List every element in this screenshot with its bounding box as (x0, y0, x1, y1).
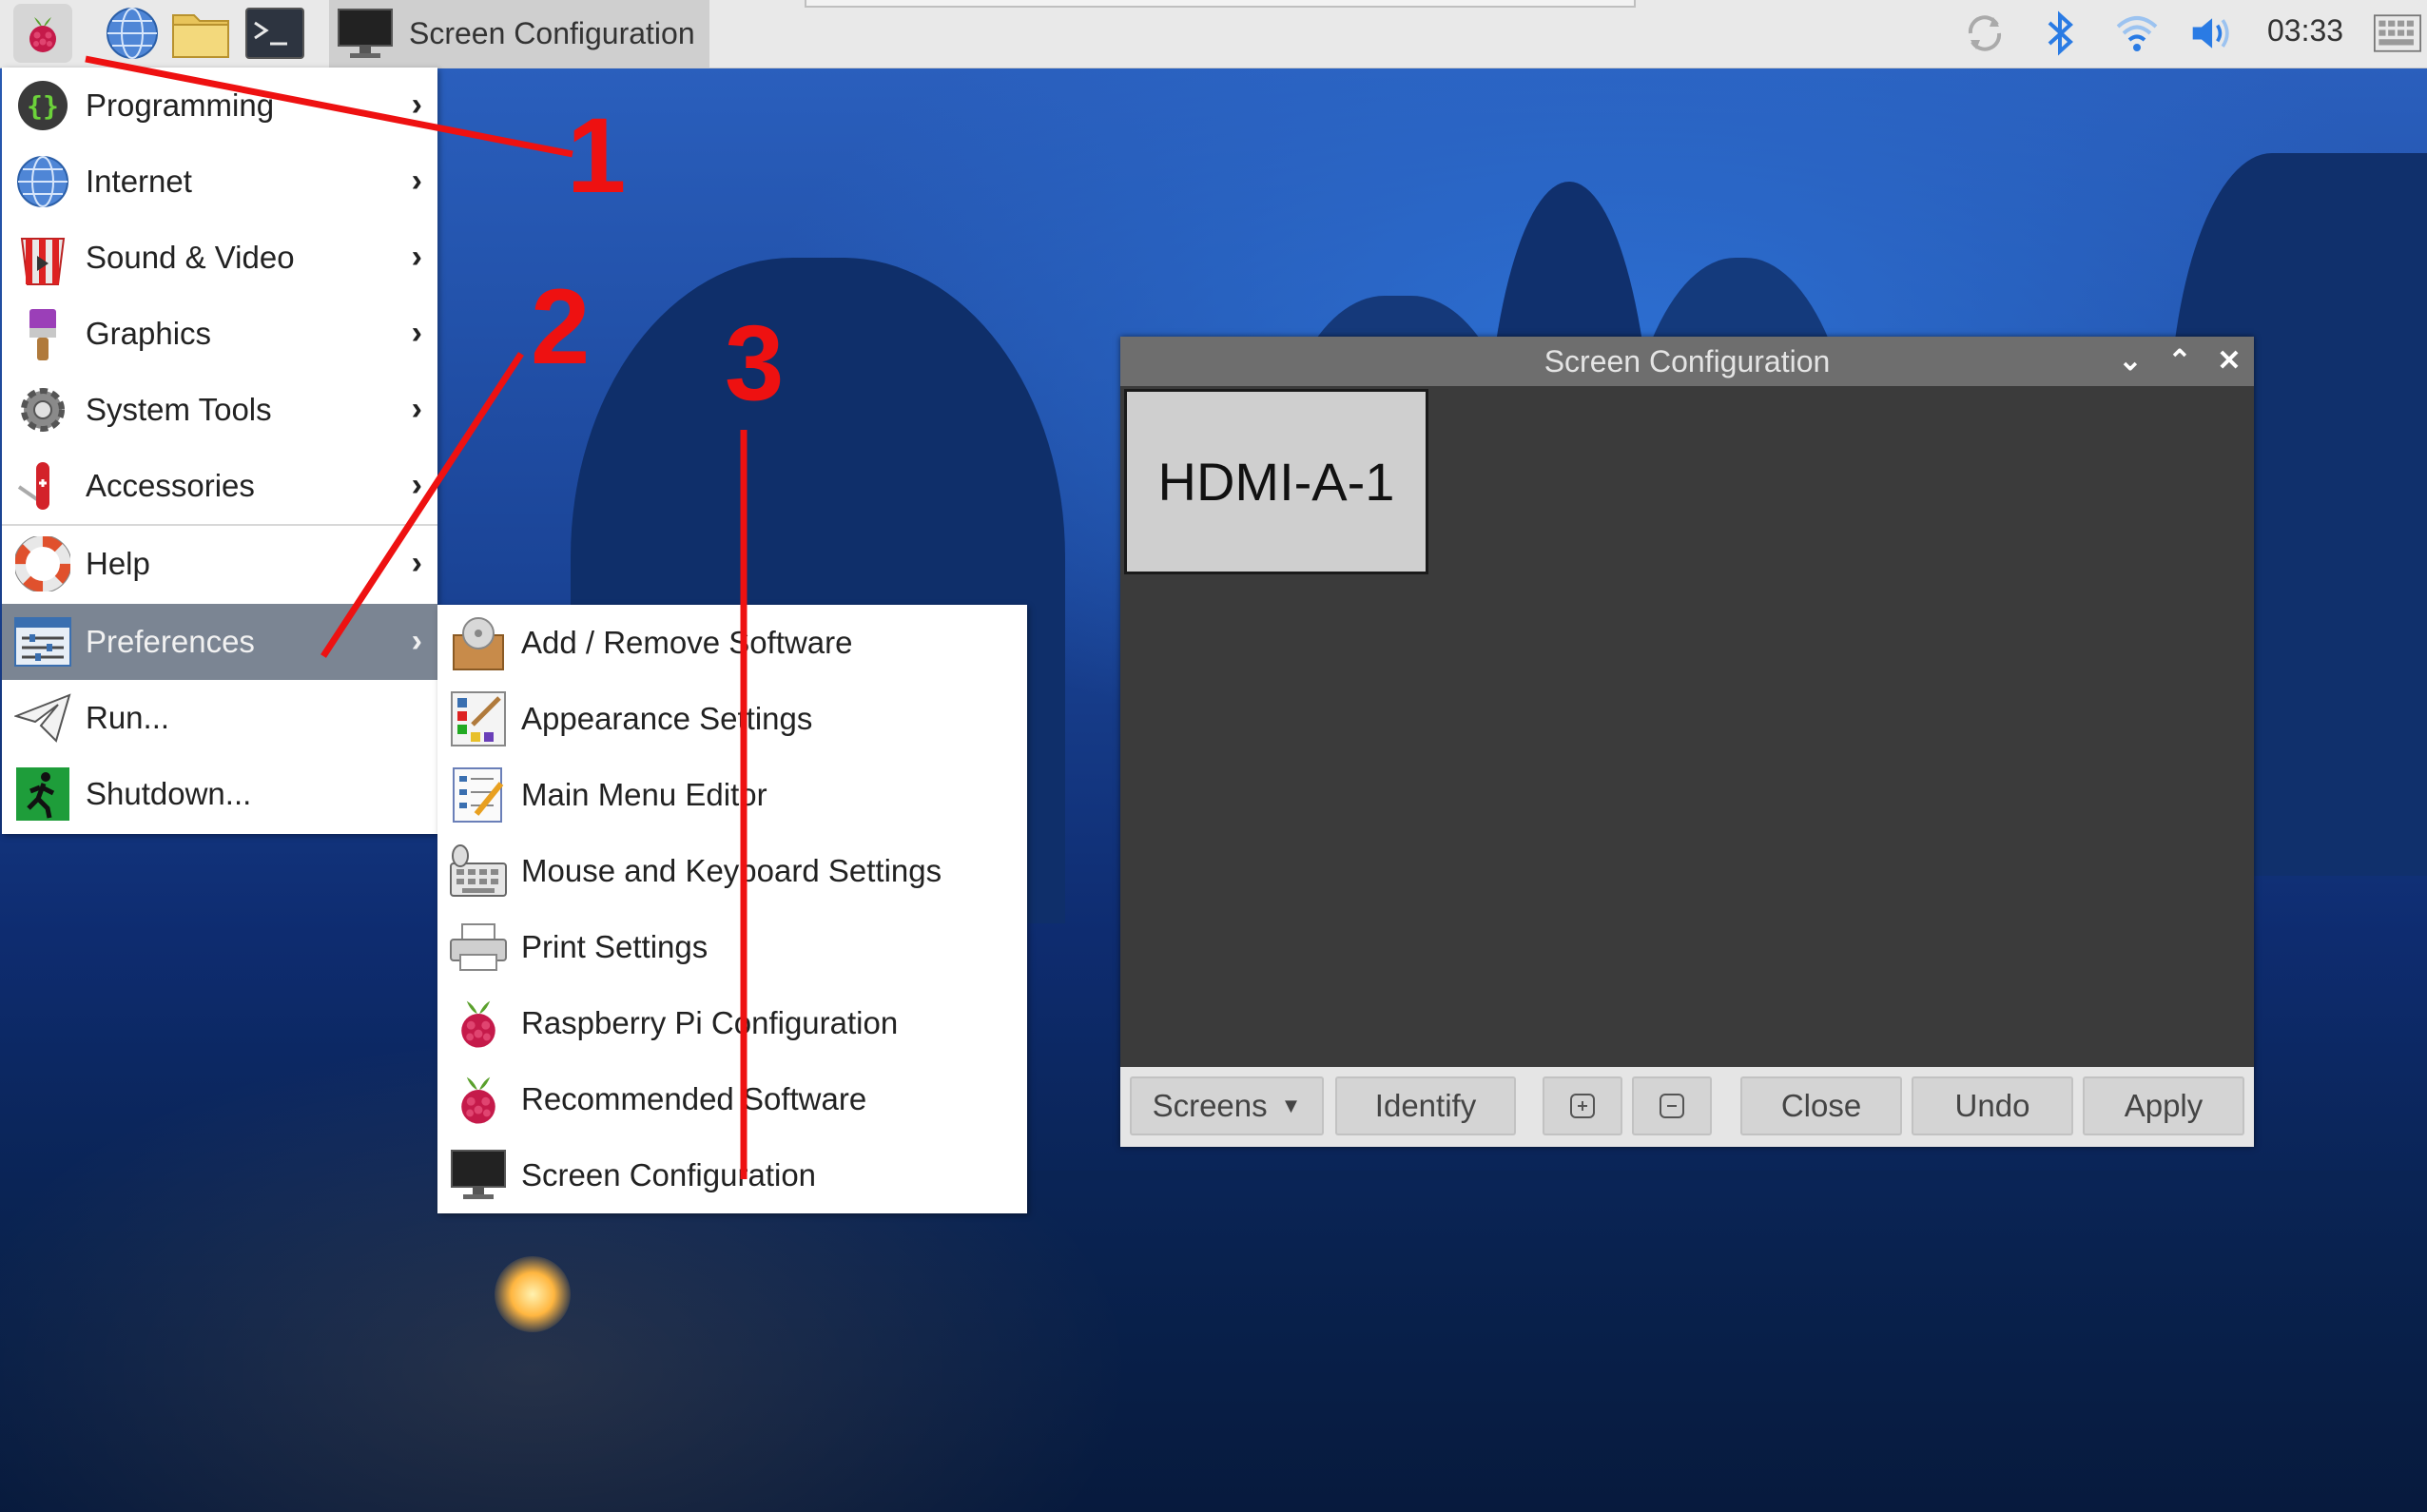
menu-item-graphics[interactable]: Graphics › (2, 296, 437, 372)
menu-item-help[interactable]: Help › (2, 526, 437, 602)
accessories-icon (17, 462, 49, 510)
task-button-label: Screen Configuration (409, 16, 695, 50)
raspberry-menu-icon (29, 17, 56, 52)
graphics-icon (29, 309, 56, 360)
screen-configuration-dialog: Screen Configuration ⌄ ⌃ ✕ HDMI-A-1 Scre… (1120, 337, 2254, 1147)
programming-icon: {} (18, 81, 68, 130)
sync-tray[interactable] (1961, 10, 2009, 57)
submenu-item-mouse-keyboard-settings[interactable]: Mouse and Keyboard Settings (437, 833, 1027, 909)
taskbar: Screen Configuration 03:33 (0, 0, 2427, 68)
clock[interactable]: 03:33 (2267, 13, 2343, 48)
monitor-tile-hdmi-a-1[interactable]: HDMI-A-1 (1124, 389, 1428, 574)
system-tools-icon (21, 388, 65, 432)
menu-item-accessories[interactable]: Accessories › (2, 448, 437, 524)
keyboard-icon (2374, 14, 2421, 52)
menu-item-programming[interactable]: {} Programming › (2, 68, 437, 144)
chevron-right-icon: › (411, 315, 422, 351)
chevron-down-icon: ⌄ (2118, 345, 2143, 377)
submenu-item-print-settings[interactable]: Print Settings (437, 909, 1027, 985)
chevron-right-icon: › (411, 545, 422, 581)
raspberry-menu-button[interactable] (13, 4, 72, 63)
screens-dropdown-button[interactable]: Screens ▼ (1130, 1076, 1324, 1135)
preferences-icon (14, 617, 71, 667)
appearance-settings-icon (451, 691, 506, 746)
raspberry-icon (461, 1076, 495, 1124)
apply-button[interactable]: Apply (2083, 1076, 2244, 1135)
mouse-keyboard-icon (450, 844, 507, 897)
maximize-button[interactable]: ⌃ (2161, 342, 2199, 380)
zoom-in-icon (1570, 1094, 1595, 1118)
file-manager-button[interactable] (171, 4, 230, 63)
chevron-right-icon: › (411, 163, 422, 199)
submenu-item-raspberry-pi-configuration[interactable]: Raspberry Pi Configuration (437, 985, 1027, 1061)
submenu-item-add-remove-software[interactable]: Add / Remove Software (437, 605, 1027, 681)
chevron-right-icon: › (411, 623, 422, 659)
menu-item-sound-video[interactable]: Sound & Video › (2, 220, 437, 296)
monitor-icon (338, 8, 393, 58)
run-icon (14, 693, 71, 743)
undo-button[interactable]: Undo (1912, 1076, 2073, 1135)
minimize-button[interactable]: ⌄ (2111, 342, 2149, 380)
svg-text:{}: {} (27, 90, 59, 122)
menu-item-internet[interactable]: Internet › (2, 144, 437, 220)
chevron-right-icon: › (411, 391, 422, 427)
submenu-item-appearance-settings[interactable]: Appearance Settings (437, 681, 1027, 757)
main-menu: {} Programming › Internet › Sound & Vide… (2, 68, 437, 834)
main-menu-editor-icon (453, 767, 504, 823)
bluetooth-icon (2048, 10, 2073, 56)
close-button[interactable]: Close (1740, 1076, 1902, 1135)
submenu-item-recommended-software[interactable]: Recommended Software (437, 1061, 1027, 1137)
taskbar-top-strip (805, 0, 1636, 8)
dialog-titlebar[interactable]: Screen Configuration ⌄ ⌃ ✕ (1120, 337, 2254, 386)
lantern-glow (495, 1256, 571, 1332)
close-window-button[interactable]: ✕ (2210, 342, 2248, 380)
virtual-keyboard-tray[interactable] (2374, 10, 2421, 57)
task-button-screen-configuration[interactable]: Screen Configuration (329, 0, 709, 68)
submenu-item-main-menu-editor[interactable]: Main Menu Editor (437, 757, 1027, 833)
add-remove-software-icon (453, 617, 504, 670)
wifi-icon (2116, 16, 2158, 51)
internet-icon (17, 156, 68, 207)
dialog-title: Screen Configuration (1544, 344, 1831, 378)
chevron-right-icon: › (411, 87, 422, 123)
chevron-right-icon: › (411, 467, 422, 503)
identify-button[interactable]: Identify (1335, 1076, 1516, 1135)
menu-item-preferences[interactable]: Preferences › (2, 604, 437, 680)
close-icon: ✕ (2217, 345, 2242, 377)
zoom-in-button[interactable] (1543, 1076, 1622, 1135)
printer-icon (450, 923, 507, 971)
file-manager-icon (172, 14, 229, 58)
menu-item-system-tools[interactable]: System Tools › (2, 372, 437, 448)
preferences-submenu: Add / Remove Software Appearance Setting… (437, 605, 1027, 1213)
zoom-out-icon (1660, 1094, 1684, 1118)
wifi-tray[interactable] (2113, 10, 2161, 57)
terminal-button[interactable] (245, 4, 304, 63)
menu-item-shutdown[interactable]: Shutdown... (2, 756, 437, 832)
submenu-item-screen-configuration[interactable]: Screen Configuration (437, 1137, 1027, 1213)
terminal-icon (245, 8, 304, 59)
raspberry-icon (461, 1000, 495, 1048)
volume-icon (2192, 18, 2229, 48)
volume-tray[interactable] (2189, 10, 2237, 57)
sync-icon (1968, 15, 2002, 51)
zoom-out-button[interactable] (1632, 1076, 1712, 1135)
chevron-up-icon: ⌃ (2167, 345, 2192, 377)
caret-down-icon: ▼ (1280, 1094, 1302, 1117)
sound-video-icon (20, 238, 66, 285)
monitor-icon (451, 1150, 506, 1199)
web-browser-icon (107, 8, 158, 59)
chevron-right-icon: › (411, 239, 422, 275)
dialog-button-bar: Screens ▼ Identify Close Undo Apply (1120, 1067, 2254, 1147)
web-browser-button[interactable] (103, 4, 162, 63)
help-icon (15, 536, 70, 591)
menu-item-run[interactable]: Run... (2, 680, 437, 756)
bluetooth-tray[interactable] (2037, 10, 2085, 57)
shutdown-icon (16, 767, 69, 821)
